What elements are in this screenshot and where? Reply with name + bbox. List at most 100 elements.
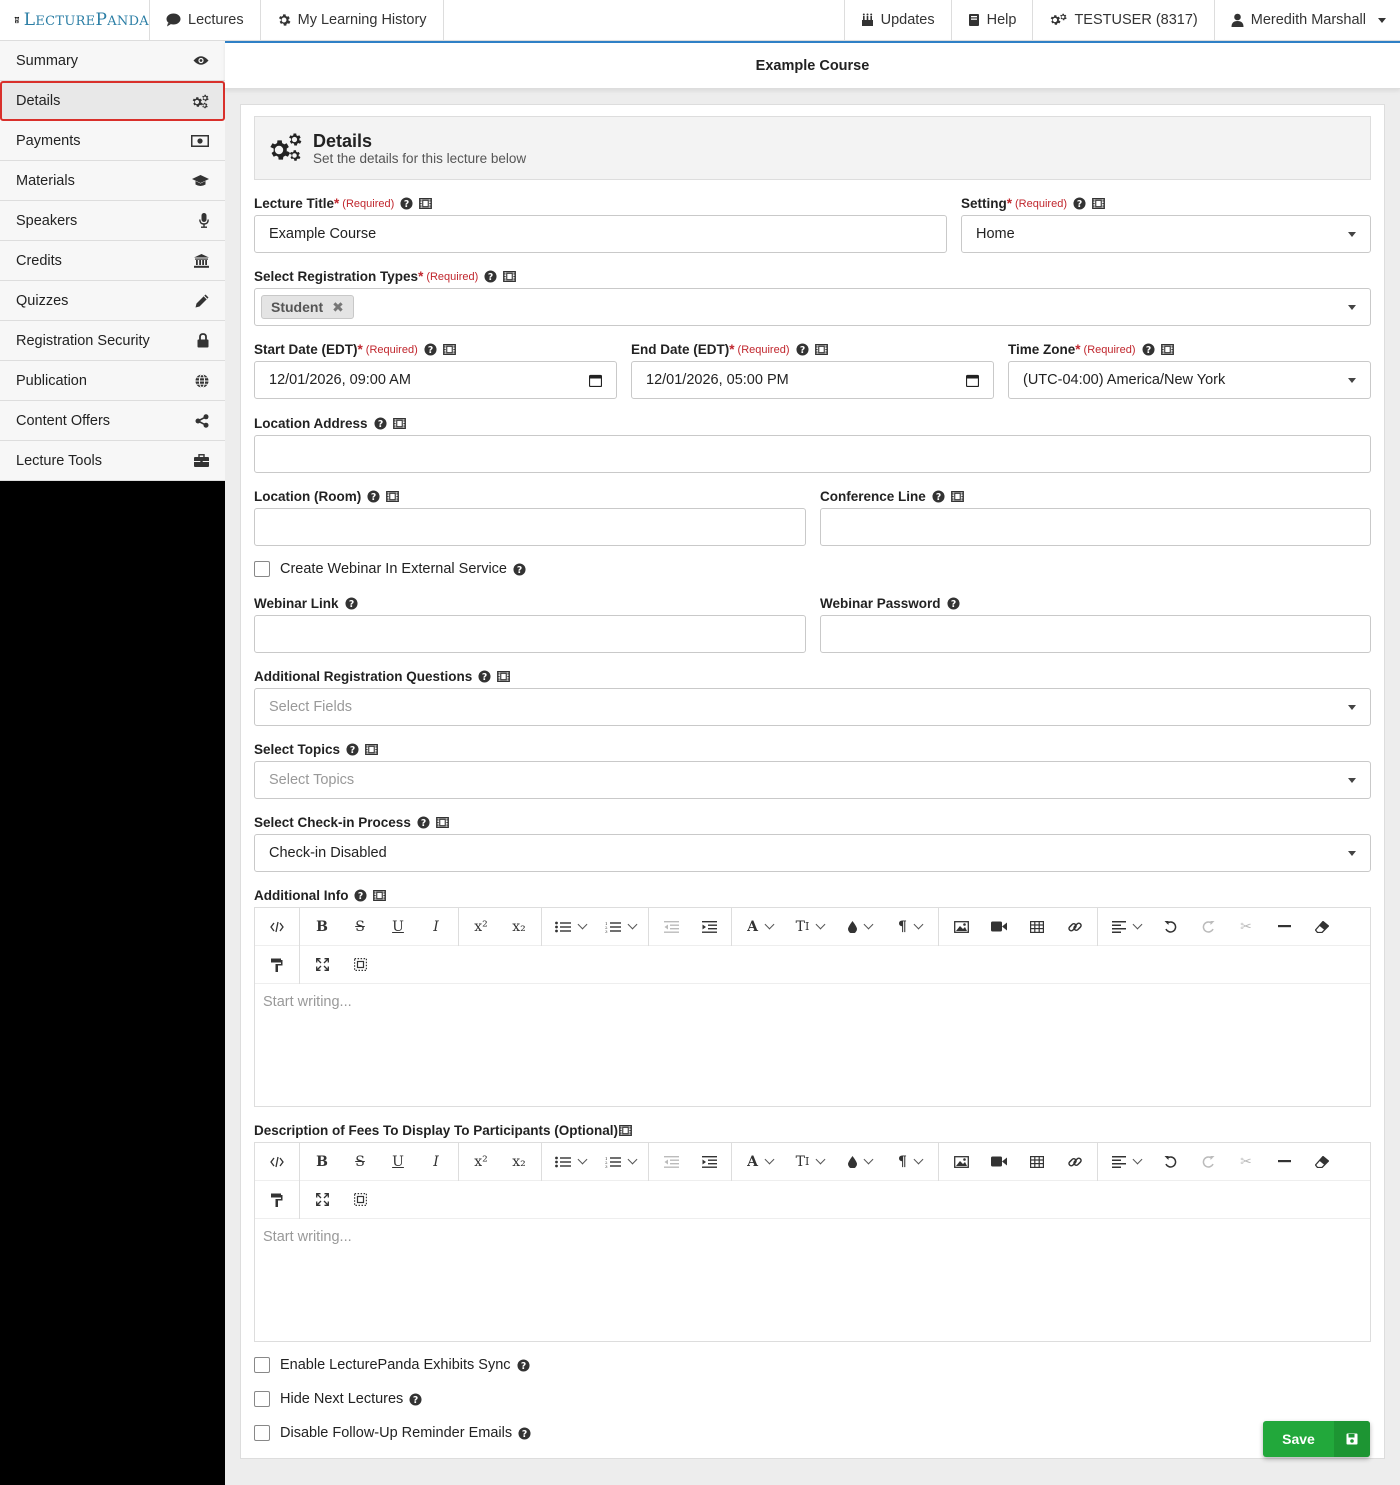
- scissors-icon[interactable]: ✂: [1227, 1143, 1265, 1181]
- numbered-list-icon[interactable]: 123: [595, 908, 645, 946]
- editor-body[interactable]: Start writing...: [255, 984, 1370, 1020]
- checkin-select[interactable]: Check-in Disabled: [254, 834, 1371, 872]
- font-family-icon[interactable]: A: [735, 908, 785, 946]
- film-icon[interactable]: [393, 418, 406, 429]
- video-icon[interactable]: [980, 1143, 1018, 1181]
- align-icon[interactable]: [1101, 1143, 1151, 1181]
- nav-learning-history[interactable]: My Learning History: [261, 0, 444, 40]
- horizontal-rule-icon[interactable]: [1265, 1143, 1303, 1181]
- paragraph-format-icon[interactable]: ¶: [885, 908, 935, 946]
- code-view-icon[interactable]: [258, 908, 296, 946]
- eraser-icon[interactable]: [1303, 908, 1341, 946]
- image-icon[interactable]: [942, 908, 980, 946]
- sidebar-item-content-offers[interactable]: Content Offers: [0, 401, 225, 441]
- location-address-input[interactable]: [254, 435, 1371, 473]
- sidebar-item-payments[interactable]: Payments: [0, 121, 225, 161]
- paint-format-icon[interactable]: [258, 946, 296, 984]
- indent-icon[interactable]: [690, 908, 728, 946]
- sidebar-item-materials[interactable]: Materials: [0, 161, 225, 201]
- sidebar-item-lecture-tools[interactable]: Lecture Tools: [0, 441, 225, 481]
- table-icon[interactable]: [1018, 908, 1056, 946]
- question-circle-icon[interactable]: [374, 417, 387, 430]
- question-circle-icon[interactable]: [796, 343, 809, 356]
- end-date-input[interactable]: 12/01/2026, 05:00 PM: [631, 361, 994, 399]
- table-icon[interactable]: [1018, 1143, 1056, 1181]
- sidebar-item-registration-security[interactable]: Registration Security: [0, 321, 225, 361]
- text-color-icon[interactable]: [835, 908, 885, 946]
- question-circle-icon[interactable]: [1142, 343, 1155, 356]
- hide-next-checkbox[interactable]: [254, 1391, 270, 1407]
- film-icon[interactable]: [365, 744, 378, 755]
- brand-logo[interactable]: LECTUREPANDA: [0, 0, 150, 40]
- strikethrough-icon[interactable]: S: [341, 908, 379, 946]
- question-circle-icon[interactable]: [367, 490, 380, 503]
- bullet-list-icon[interactable]: [545, 1143, 595, 1181]
- horizontal-rule-icon[interactable]: [1265, 908, 1303, 946]
- time-zone-select[interactable]: (UTC-04:00) America/New York: [1008, 361, 1371, 399]
- select-all-icon[interactable]: [341, 1181, 379, 1219]
- calendar-icon[interactable]: [966, 374, 979, 387]
- video-icon[interactable]: [980, 908, 1018, 946]
- undo-icon[interactable]: [1151, 1143, 1189, 1181]
- film-icon[interactable]: [373, 890, 386, 901]
- font-family-icon[interactable]: A: [735, 1143, 785, 1181]
- underline-icon[interactable]: U: [379, 908, 417, 946]
- subscript-icon[interactable]: x₂: [500, 908, 538, 946]
- sidebar-item-summary[interactable]: Summary: [0, 41, 225, 81]
- paint-format-icon[interactable]: [258, 1181, 296, 1219]
- film-icon[interactable]: [951, 491, 964, 502]
- question-circle-icon[interactable]: [417, 816, 430, 829]
- link-icon[interactable]: [1056, 908, 1094, 946]
- film-icon[interactable]: [443, 344, 456, 355]
- question-circle-icon[interactable]: [409, 1393, 422, 1406]
- bold-icon[interactable]: B: [303, 908, 341, 946]
- outdent-icon[interactable]: [652, 908, 690, 946]
- sidebar-item-credits[interactable]: Credits: [0, 241, 225, 281]
- save-button[interactable]: Save: [1263, 1421, 1370, 1457]
- film-icon[interactable]: [815, 344, 828, 355]
- film-icon[interactable]: [1161, 344, 1174, 355]
- film-icon[interactable]: [386, 491, 399, 502]
- link-icon[interactable]: [1056, 1143, 1094, 1181]
- registration-types-select[interactable]: Student ✖: [254, 288, 1371, 326]
- remove-chip-icon[interactable]: ✖: [332, 299, 344, 316]
- question-circle-icon[interactable]: [513, 563, 526, 576]
- bullet-list-icon[interactable]: [545, 908, 595, 946]
- nav-organization[interactable]: TESTUSER (8317): [1032, 0, 1213, 40]
- question-circle-icon[interactable]: [345, 597, 358, 610]
- text-color-icon[interactable]: [835, 1143, 885, 1181]
- bold-icon[interactable]: B: [303, 1143, 341, 1181]
- question-circle-icon[interactable]: [478, 670, 491, 683]
- align-icon[interactable]: [1101, 908, 1151, 946]
- select-all-icon[interactable]: [341, 946, 379, 984]
- italic-icon[interactable]: I: [417, 1143, 455, 1181]
- outdent-icon[interactable]: [652, 1143, 690, 1181]
- sidebar-item-details[interactable]: Details: [0, 81, 225, 121]
- question-circle-icon[interactable]: [932, 490, 945, 503]
- additional-questions-select[interactable]: Select Fields: [254, 688, 1371, 726]
- webinar-link-input[interactable]: [254, 615, 806, 653]
- disable-followup-checkbox[interactable]: [254, 1425, 270, 1441]
- font-size-icon[interactable]: TI: [785, 908, 835, 946]
- paragraph-format-icon[interactable]: ¶: [885, 1143, 935, 1181]
- question-circle-icon[interactable]: [484, 270, 497, 283]
- lecture-title-input[interactable]: Example Course: [254, 215, 947, 253]
- superscript-icon[interactable]: x²: [462, 908, 500, 946]
- start-date-input[interactable]: 12/01/2026, 09:00 AM: [254, 361, 617, 399]
- question-circle-icon[interactable]: [354, 889, 367, 902]
- setting-select[interactable]: Home: [961, 215, 1371, 253]
- topics-select[interactable]: Select Topics: [254, 761, 1371, 799]
- subscript-icon[interactable]: x₂: [500, 1143, 538, 1181]
- redo-icon[interactable]: [1189, 908, 1227, 946]
- location-room-input[interactable]: [254, 508, 806, 546]
- film-icon[interactable]: [419, 198, 432, 209]
- undo-icon[interactable]: [1151, 908, 1189, 946]
- question-circle-icon[interactable]: [424, 343, 437, 356]
- sidebar-item-speakers[interactable]: Speakers: [0, 201, 225, 241]
- webinar-password-input[interactable]: [820, 615, 1371, 653]
- film-icon[interactable]: [497, 671, 510, 682]
- exhibits-sync-checkbox[interactable]: [254, 1357, 270, 1373]
- font-size-icon[interactable]: TI: [785, 1143, 835, 1181]
- numbered-list-icon[interactable]: 123: [595, 1143, 645, 1181]
- superscript-icon[interactable]: x²: [462, 1143, 500, 1181]
